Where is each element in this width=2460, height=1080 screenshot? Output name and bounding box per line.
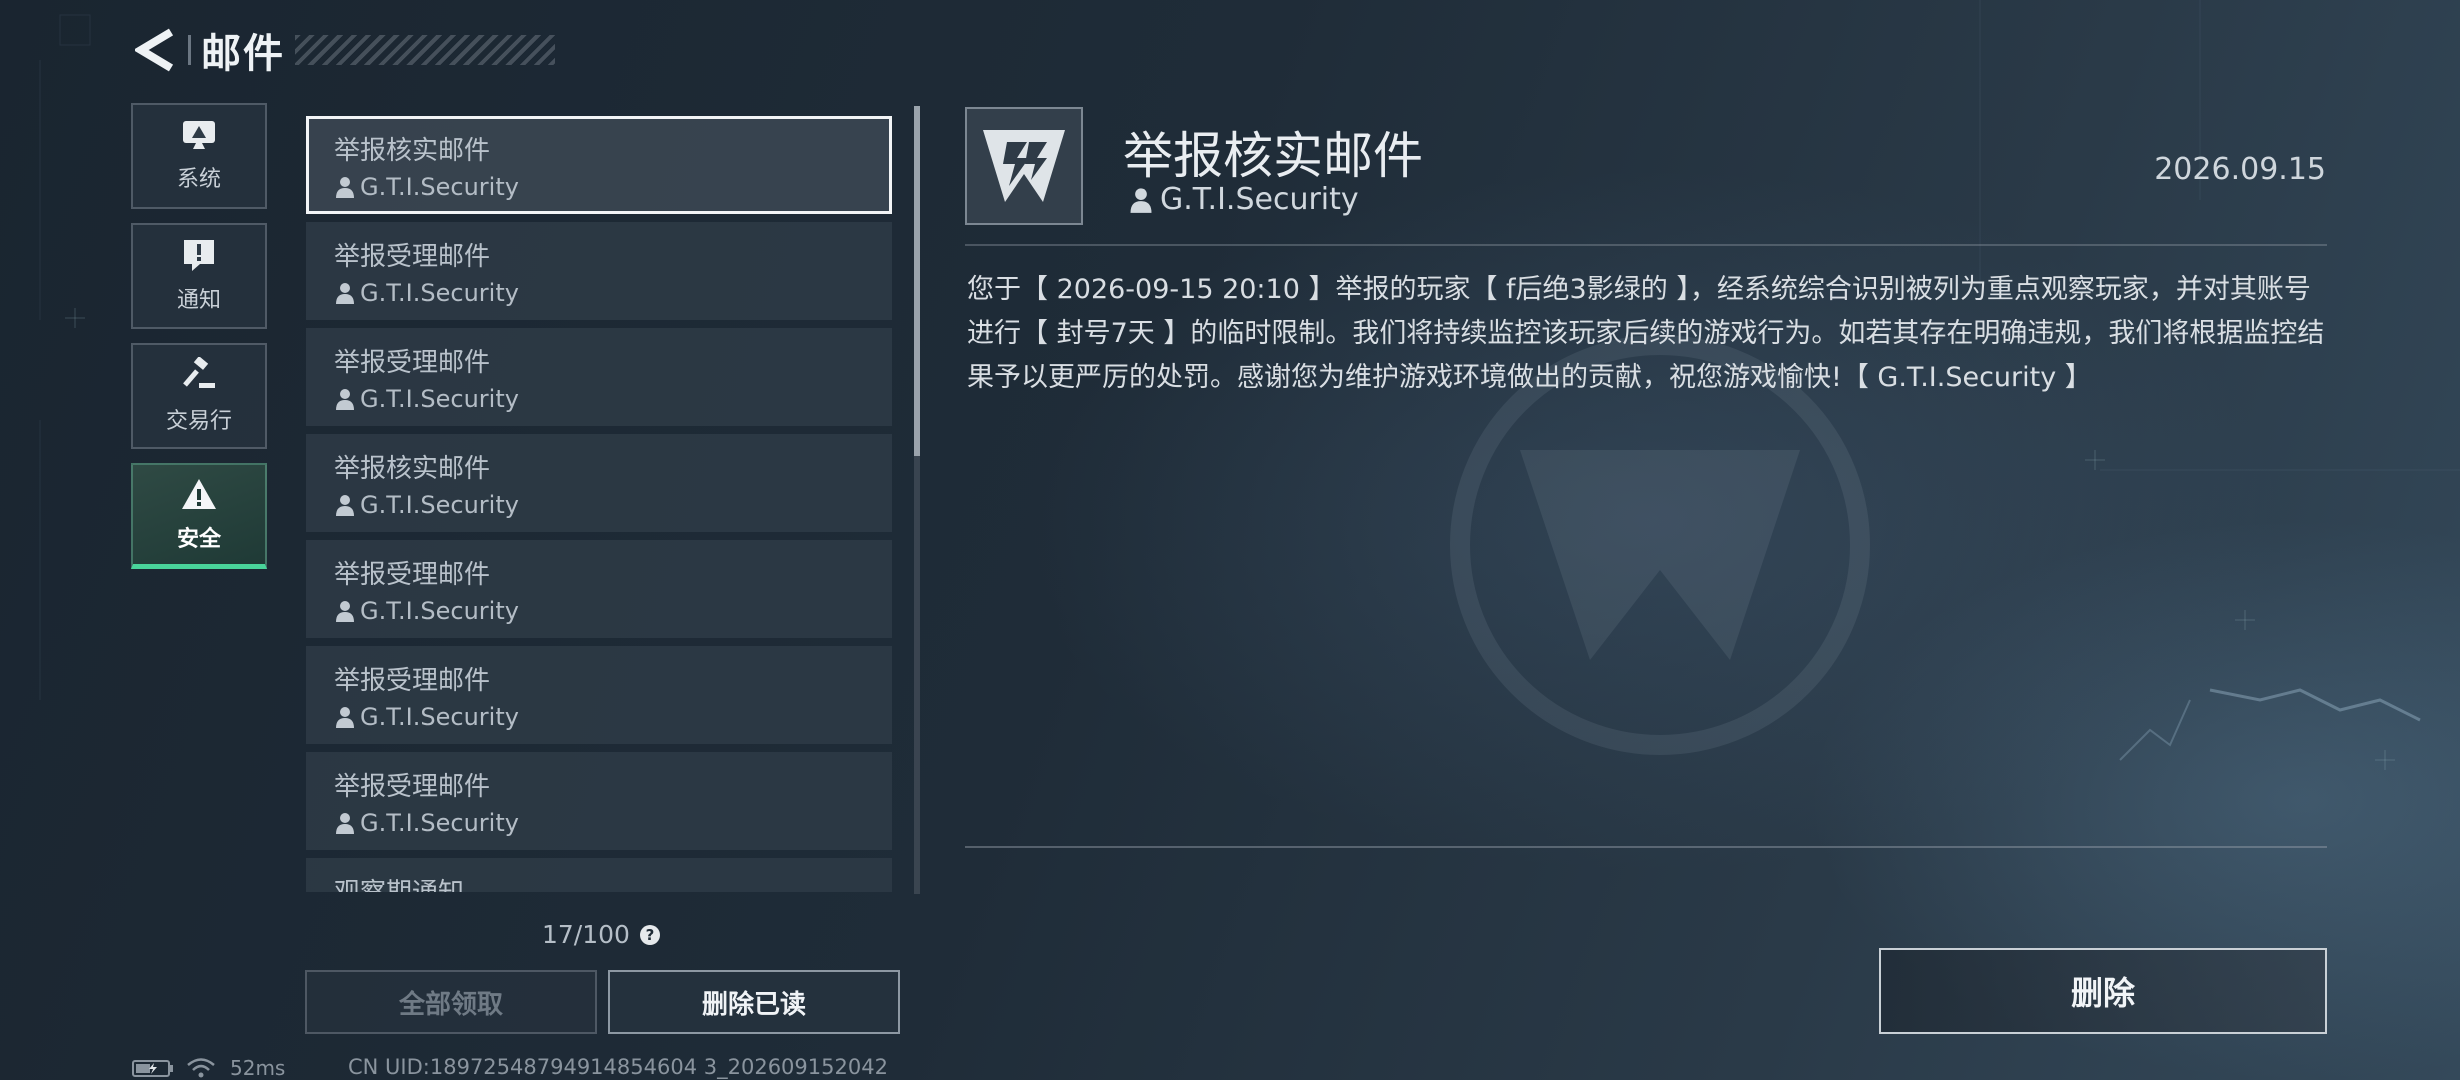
mail-sender: G.T.I.Security xyxy=(334,279,864,307)
mail-list-item[interactable]: 观察期通知 xyxy=(306,858,892,892)
gti-security-logo-icon xyxy=(983,130,1065,202)
mail-sender: G.T.I.Security xyxy=(334,385,864,413)
mail-detail-sender-name: G.T.I.Security xyxy=(1160,182,1359,217)
detail-divider xyxy=(965,846,2327,848)
delete-mail-button[interactable]: 删除 xyxy=(1879,948,2327,1034)
mail-list[interactable]: 举报核实邮件 G.T.I.Security 举报受理邮件 G.T.I.Secur… xyxy=(306,116,896,892)
user-icon xyxy=(336,177,354,198)
mail-list-item[interactable]: 举报受理邮件 G.T.I.Security xyxy=(306,752,892,850)
category-trade[interactable]: 交易行 xyxy=(131,343,267,449)
header-separator xyxy=(188,35,191,65)
mail-sender: G.T.I.Security xyxy=(334,703,864,731)
mail-subject: 举报受理邮件 xyxy=(334,242,491,272)
mail-sender: G.T.I.Security xyxy=(334,491,864,519)
category-system[interactable]: 系统 xyxy=(131,103,267,209)
mail-detail-title: 举报核实邮件 xyxy=(1123,127,1423,185)
uid-text: CN UID:18972548794914854604 3_2026091520… xyxy=(348,1055,888,1079)
mail-list-item[interactable]: 举报核实邮件 G.T.I.Security xyxy=(306,116,892,214)
mail-sender-name: G.T.I.Security xyxy=(360,491,519,519)
mail-detail-sender: G.T.I.Security xyxy=(1128,182,1359,217)
ping-text: 52ms xyxy=(230,1056,286,1080)
mail-subject: 举报受理邮件 xyxy=(334,666,491,696)
category-label: 交易行 xyxy=(165,409,232,434)
user-icon xyxy=(1130,187,1152,213)
user-icon xyxy=(336,389,354,410)
mail-detail-body: 您于【 2026-09-15 20:10 】举报的玩家【 f后绝3影绿的 】，经… xyxy=(967,274,2325,393)
category-sidebar: 系统 通知 交易行 安全 xyxy=(131,103,271,583)
scrollbar-thumb[interactable] xyxy=(914,106,920,456)
category-label: 安全 xyxy=(176,526,221,552)
back-button[interactable] xyxy=(130,25,180,75)
exclamation-icon xyxy=(184,240,214,271)
mail-subject: 举报受理邮件 xyxy=(334,772,491,802)
status-bar: 52ms xyxy=(132,1056,285,1080)
mail-detail-date: 2026.09.15 xyxy=(2154,152,2326,187)
mail-list-item[interactable]: 举报受理邮件 G.T.I.Security xyxy=(306,222,892,320)
mail-sender-name: G.T.I.Security xyxy=(360,173,519,201)
sender-logo xyxy=(965,107,1083,225)
mail-subject: 举报核实邮件 xyxy=(334,454,491,484)
help-icon[interactable]: ? xyxy=(639,924,660,945)
mail-subject: 举报核实邮件 xyxy=(334,136,491,166)
title-stripe-decoration xyxy=(295,35,555,65)
mail-list-item[interactable]: 举报受理邮件 G.T.I.Security xyxy=(306,540,892,638)
mail-list-item[interactable]: 举报核实邮件 G.T.I.Security xyxy=(306,434,892,532)
mail-subject: 举报受理邮件 xyxy=(334,560,491,590)
user-icon xyxy=(336,283,354,304)
warning-icon xyxy=(182,478,216,509)
mail-sender-name: G.T.I.Security xyxy=(360,597,519,625)
mail-sender: G.T.I.Security xyxy=(334,173,864,201)
category-notice[interactable]: 通知 xyxy=(131,223,267,329)
category-security[interactable]: 安全 xyxy=(131,463,267,569)
detail-divider xyxy=(965,244,2327,246)
mail-sender-name: G.T.I.Security xyxy=(360,279,519,307)
mail-sender-name: G.T.I.Security xyxy=(360,703,519,731)
user-icon xyxy=(336,707,354,728)
mail-list-item[interactable]: 举报受理邮件 G.T.I.Security xyxy=(306,646,892,744)
page-title: 邮件 xyxy=(201,31,285,77)
mail-list-scrollbar[interactable] xyxy=(914,106,920,894)
page-header: 邮件 xyxy=(130,22,555,78)
claim-all-button[interactable]: 全部领取 xyxy=(305,970,597,1034)
delete-read-button[interactable]: 删除已读 xyxy=(608,970,900,1034)
user-icon xyxy=(336,601,354,622)
mail-sender-name: G.T.I.Security xyxy=(360,809,519,837)
gavel-icon xyxy=(183,357,215,388)
mail-count: 17/100 ? xyxy=(542,920,660,949)
user-icon xyxy=(336,495,354,516)
mail-list-item[interactable]: 举报受理邮件 G.T.I.Security xyxy=(306,328,892,426)
wifi-icon xyxy=(187,1058,215,1078)
user-icon xyxy=(336,813,354,834)
battery-icon xyxy=(132,1060,173,1077)
mail-sender: G.T.I.Security xyxy=(334,809,864,837)
monitor-icon xyxy=(183,121,215,149)
mail-count-text: 17/100 xyxy=(542,920,630,949)
mail-subject: 举报受理邮件 xyxy=(334,348,491,378)
back-arrow-icon xyxy=(135,28,174,72)
category-label: 系统 xyxy=(176,167,221,192)
mail-subject: 观察期通知 xyxy=(334,872,864,892)
category-label: 通知 xyxy=(176,288,221,313)
mail-sender-name: G.T.I.Security xyxy=(360,385,519,413)
mail-sender: G.T.I.Security xyxy=(334,597,864,625)
